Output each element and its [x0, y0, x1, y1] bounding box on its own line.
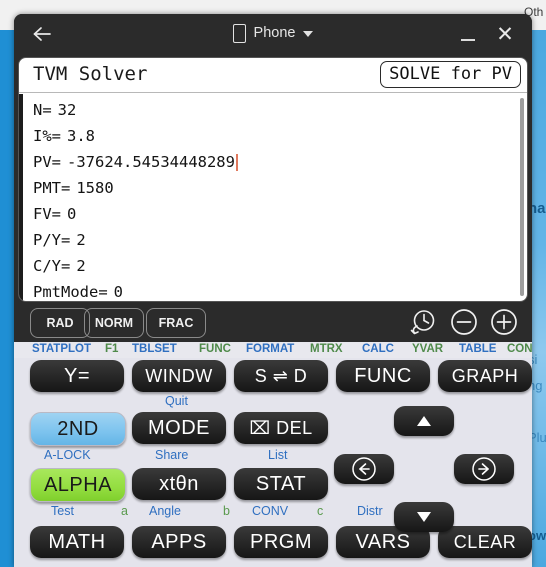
function-label: TABLE	[459, 343, 497, 355]
display-field-value: 0	[113, 283, 123, 301]
display-field-row[interactable]: N= 32	[19, 97, 527, 123]
function-label: YVAR	[412, 343, 444, 355]
up-arrow-key[interactable]	[394, 406, 454, 436]
triangle-down-icon	[417, 512, 431, 522]
display-field-value: 1580	[76, 179, 114, 197]
key-sublabel: c	[317, 504, 324, 518]
key-sublabel: Quit	[165, 394, 188, 408]
key-alpha[interactable]: ALPHA	[30, 468, 126, 502]
key-del[interactable]: ⌧ DEL	[234, 412, 328, 444]
display-field-label: PV=	[33, 153, 61, 171]
chevron-down-icon[interactable]	[303, 31, 314, 37]
key-sublabel: a	[121, 504, 128, 518]
norm-mode-button[interactable]: NORM	[84, 308, 144, 338]
calculator-toolbar: RAD NORM FRAC	[14, 304, 532, 342]
display-field-row[interactable]: PV= -37624.54534448289	[19, 149, 527, 175]
display-field-value: 3.8	[67, 127, 95, 145]
circle-arrow-left-icon	[352, 457, 376, 481]
minimize-button[interactable]	[456, 22, 480, 46]
phone-icon	[232, 23, 246, 43]
display-scrollbar[interactable]	[520, 98, 524, 296]
display-field-row[interactable]: I%= 3.8	[19, 123, 527, 149]
zoom-out-icon[interactable]	[449, 307, 479, 337]
close-button[interactable]: ✕	[492, 21, 518, 47]
window-titlebar: Phone ✕	[14, 14, 532, 52]
display-field-list: N= 32 I%= 3.8 PV= -37624.54534448289 PMT= 1580 F…	[19, 93, 527, 301]
display-field-row[interactable]: C/Y= 2	[19, 253, 527, 279]
frac-mode-button[interactable]: FRAC	[146, 308, 206, 338]
key-sublabel: Angle	[149, 504, 181, 518]
function-label: F1	[105, 343, 119, 355]
display-field-label: PMT=	[33, 179, 71, 197]
key-2nd[interactable]: 2ND	[30, 412, 126, 446]
calculator-keypad: Y= WINDW S ⇌ D FUNC GRAPH 2ND MODE ⌧ DEL ALPHA xt…	[14, 358, 532, 567]
triangle-up-icon	[417, 416, 431, 426]
display-field-label: C/Y=	[33, 257, 71, 275]
key-y[interactable]: Y=	[30, 360, 124, 392]
display-field-value: 32	[57, 101, 77, 119]
function-label: FUNC	[199, 343, 231, 355]
calculator-display[interactable]: TVM Solver SOLVE for PV N= 32 I%= 3.8 PV= -37…	[18, 57, 528, 302]
key-sublabel: Share	[155, 448, 189, 462]
display-field-row[interactable]: PMT= 1580	[19, 175, 527, 201]
display-field-row[interactable]: PmtMode= 0	[19, 279, 527, 301]
rad-mode-button[interactable]: RAD	[30, 308, 90, 338]
display-field-label: FV=	[33, 205, 61, 223]
right-arrow-key[interactable]	[454, 454, 514, 484]
key-xt-n[interactable]: xtθn	[132, 468, 226, 500]
display-field-value: 2	[76, 231, 86, 249]
function-label-row: STATPLOT F1 TBLSET FUNC FORMAT MTRX CALC YVAR TA…	[14, 342, 532, 358]
display-field-row[interactable]: FV= 0	[19, 201, 527, 227]
key-func[interactable]: FUNC	[336, 360, 430, 392]
key-sublabel: List	[268, 448, 288, 462]
window-title-group[interactable]: Phone	[14, 14, 532, 52]
display-title: TVM Solver	[33, 63, 148, 85]
display-field-label: PmtMode=	[33, 283, 108, 301]
display-field-label: I%=	[33, 127, 61, 145]
key-mode[interactable]: MODE	[132, 412, 226, 444]
down-arrow-key[interactable]	[394, 502, 454, 532]
function-label: CONST	[507, 343, 532, 355]
left-arrow-key[interactable]	[334, 454, 394, 484]
function-label: MTRX	[310, 343, 343, 355]
key-apps[interactable]: APPS	[132, 526, 226, 558]
display-field-value: -37624.54534448289	[67, 153, 235, 171]
key-prgm[interactable]: PRGM	[234, 526, 328, 558]
function-label: FORMAT	[246, 343, 295, 355]
display-header: TVM Solver SOLVE for PV	[19, 58, 527, 93]
display-field-value: 2	[76, 257, 86, 275]
key-sublabel: Distr	[357, 504, 383, 518]
zoom-in-icon[interactable]	[489, 307, 519, 337]
display-field-label: P/Y=	[33, 231, 71, 249]
display-field-value: 0	[67, 205, 77, 223]
circle-arrow-right-icon	[472, 457, 496, 481]
key-sublabel: CONV	[252, 504, 289, 518]
text-cursor	[235, 153, 238, 171]
history-icon[interactable]	[408, 307, 438, 337]
key-s-d[interactable]: S ⇌ D	[234, 360, 328, 392]
key-stat[interactable]: STAT	[234, 468, 328, 500]
key-math[interactable]: MATH	[30, 526, 124, 558]
calculator-body: TVM Solver SOLVE for PV N= 32 I%= 3.8 PV= -37…	[14, 52, 532, 567]
calculator-emulator-window: Phone ✕ TVM Solver SOLVE for PV N= 32 I%= 3…	[14, 14, 532, 567]
display-left-bar	[19, 94, 23, 301]
key-sublabel: Test	[51, 504, 74, 518]
function-label: CALC	[362, 343, 394, 355]
display-field-row[interactable]: P/Y= 2	[19, 227, 527, 253]
key-clear[interactable]: CLEAR	[438, 526, 532, 558]
key-sublabel: A-LOCK	[44, 448, 91, 462]
solve-for-pv-button[interactable]: SOLVE for PV	[380, 61, 521, 88]
function-label: STATPLOT	[32, 343, 91, 355]
key-windw[interactable]: WINDW	[132, 360, 226, 392]
display-field-label: N=	[33, 101, 52, 119]
window-title: Phone	[253, 25, 296, 41]
function-label: TBLSET	[132, 343, 177, 355]
key-sublabel: b	[223, 504, 230, 518]
key-graph[interactable]: GRAPH	[438, 360, 532, 392]
